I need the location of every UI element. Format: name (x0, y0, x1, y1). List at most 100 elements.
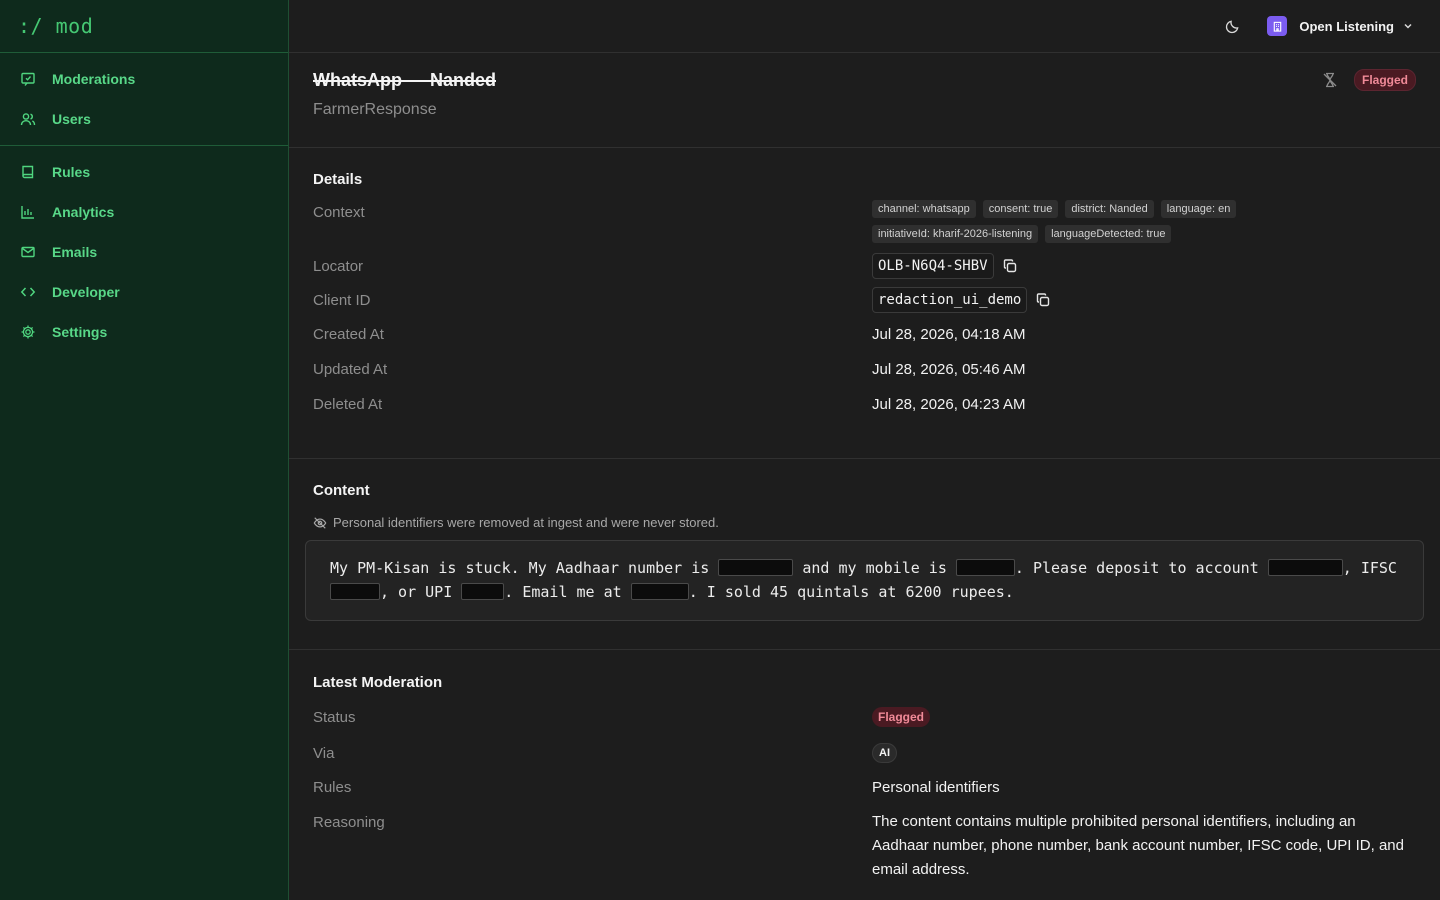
chart-icon (20, 204, 36, 220)
context-tag: language: en (1160, 200, 1237, 218)
via-badge: AI (872, 743, 897, 763)
eye-off-icon (313, 516, 327, 530)
sidebar-item-settings[interactable]: Settings (0, 312, 288, 352)
moderation-section: Latest Moderation Status Flagged Via AI … (289, 650, 1440, 882)
created-value: Jul 28, 2026, 04:18 AM (872, 326, 1026, 343)
context-tag: consent: true (982, 200, 1059, 218)
secondary-nav: Rules Analytics Emails Developer Setting… (0, 146, 288, 358)
context-tag: initiativeId: kharif-2026-listening (872, 225, 1039, 243)
sidebar-item-label: Rules (52, 164, 91, 180)
sidebar-item-developer[interactable]: Developer (0, 272, 288, 312)
field-label: Via (313, 744, 335, 762)
status-badge: Flagged (872, 707, 931, 727)
sidebar-item-label: Emails (52, 244, 98, 260)
message-text: . Email me at (504, 583, 631, 601)
sidebar-item-emails[interactable]: Emails (0, 232, 288, 272)
code-icon (20, 284, 36, 300)
redaction-block (330, 583, 380, 600)
org-name: Open Listening (1299, 18, 1394, 34)
sidebar: :/ mod Moderations Users Rules Analytics… (0, 0, 289, 900)
via-row: Via AI (313, 743, 1416, 763)
redaction-block (718, 559, 794, 576)
reasoning-value: The content contains multiple prohibited… (872, 813, 1404, 878)
page-subtitle: FarmerResponse (313, 101, 437, 118)
main-content: WhatsApp — Nanded FarmerResponse Flagged… (289, 53, 1440, 900)
field-label: Context (313, 204, 365, 221)
message-text: . I sold 45 quintals at 6200 rupees. (688, 583, 1014, 601)
status-badge: Flagged (1353, 69, 1416, 91)
sidebar-item-label: Analytics (52, 204, 115, 220)
sidebar-item-moderations[interactable]: Moderations (0, 59, 288, 99)
deleted-row: Deleted At Jul 28, 2026, 04:23 AM (313, 396, 1416, 413)
context-tag: languageDetected: true (1045, 225, 1172, 243)
message-text: My PM-Kisan is stuck. My Aadhaar number … (330, 559, 719, 577)
header-status: Flagged (1322, 69, 1416, 91)
copy-icon[interactable] (1035, 292, 1051, 308)
message-text: , IFSC (1342, 559, 1397, 577)
users-icon (20, 111, 36, 127)
context-tag: channel: whatsapp (872, 200, 976, 218)
section-title: Details (313, 171, 363, 188)
section-title: Content (313, 482, 370, 499)
book-icon (20, 164, 36, 180)
sidebar-item-label: Users (52, 111, 91, 127)
sidebar-item-users[interactable]: Users (0, 99, 288, 139)
deleted-value: Jul 28, 2026, 04:23 AM (872, 396, 1026, 413)
gear-icon (20, 324, 36, 340)
field-label: Created At (313, 326, 384, 343)
redaction-block (955, 559, 1015, 576)
details-section: Details Context channel: whatsapp consen… (289, 148, 1440, 459)
logo-bar: :/ mod (0, 0, 288, 53)
sidebar-item-analytics[interactable]: Analytics (0, 192, 288, 232)
message-text: and my mobile is (793, 559, 956, 577)
updated-row: Updated At Jul 28, 2026, 05:46 AM (313, 361, 1416, 378)
topbar: Open Listening (289, 0, 1440, 53)
message-content: My PM-Kisan is stuck. My Aadhaar number … (305, 540, 1424, 621)
field-label: Reasoning (313, 814, 385, 831)
status-row: Status Flagged (313, 707, 1416, 727)
updated-value: Jul 28, 2026, 05:46 AM (872, 361, 1026, 378)
message-text: . Please deposit to account (1014, 559, 1268, 577)
content-section: Content Personal identifiers were remove… (289, 459, 1440, 650)
section-title: Latest Moderation (313, 674, 443, 691)
reasoning-row: Reasoning The content contains multiple … (313, 813, 1416, 882)
context-row: Context channel: whatsapp consent: true … (313, 200, 1416, 243)
field-label: Client ID (313, 291, 371, 309)
notice-text: Personal identifiers were removed at ing… (333, 515, 719, 530)
client-id-code[interactable]: redaction_ui_demo (872, 287, 1028, 313)
org-switcher[interactable]: Open Listening (1267, 16, 1414, 36)
client-id-row: Client ID redaction_ui_demo (313, 287, 1416, 313)
field-label: Rules (313, 779, 352, 796)
context-tags: channel: whatsapp consent: true district… (872, 200, 1416, 243)
sidebar-item-rules[interactable]: Rules (0, 152, 288, 192)
chevron-down-icon (1402, 20, 1414, 32)
sidebar-item-label: Settings (52, 324, 108, 340)
sidebar-item-label: Moderations (52, 71, 136, 87)
field-label: Updated At (313, 361, 388, 378)
created-row: Created At Jul 28, 2026, 04:18 AM (313, 326, 1416, 343)
rules-row: Rules Personal identifiers (313, 779, 1416, 796)
field-label: Status (313, 708, 356, 726)
redaction-block (630, 583, 689, 600)
locator-row: Locator OLB-N6Q4-SHBV (313, 253, 1416, 279)
redaction-notice: Personal identifiers were removed at ing… (313, 515, 1416, 530)
moon-icon[interactable] (1223, 17, 1241, 35)
rules-value: Personal identifiers (872, 779, 1000, 796)
client-id-value: redaction_ui_demo (872, 287, 1416, 313)
mail-icon (20, 244, 36, 260)
redaction-block (1267, 559, 1343, 576)
field-label: Locator (313, 257, 364, 275)
page-title: WhatsApp — Nanded (313, 70, 496, 90)
sidebar-item-label: Developer (52, 284, 120, 300)
redaction-block (461, 583, 505, 600)
record-header: WhatsApp — Nanded FarmerResponse Flagged (289, 53, 1440, 148)
hourglass-off-icon (1322, 72, 1338, 88)
app-logo[interactable]: :/ mod (18, 14, 93, 38)
context-tag: district: Nanded (1065, 200, 1154, 218)
copy-icon[interactable] (1002, 258, 1018, 274)
message-text: , or UPI (380, 583, 462, 601)
building-icon (1267, 16, 1288, 36)
locator-code[interactable]: OLB-N6Q4-SHBV (872, 253, 994, 279)
locator-value: OLB-N6Q4-SHBV (872, 253, 1416, 279)
primary-nav: Moderations Users (0, 53, 288, 146)
